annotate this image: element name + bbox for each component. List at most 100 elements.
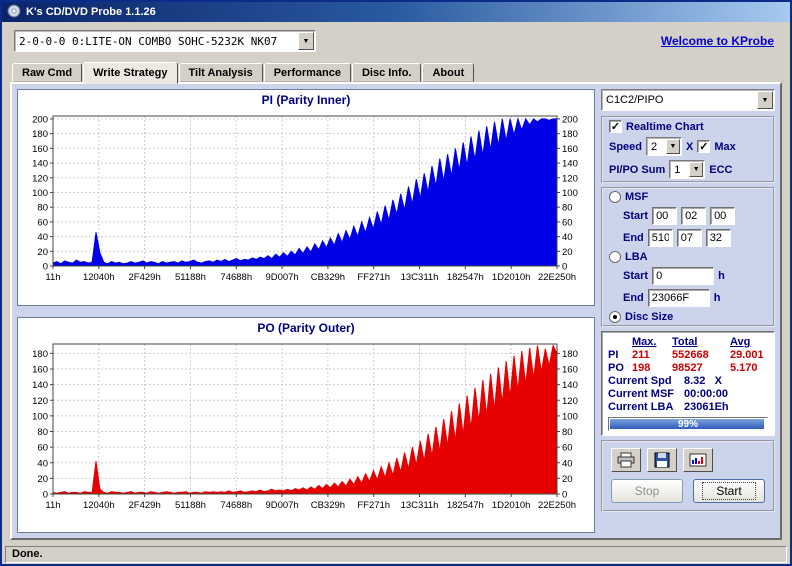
tab-tilt-analysis[interactable]: Tilt Analysis bbox=[178, 63, 263, 82]
device-selector[interactable]: 2-0-0-0 0:LITE-ON COMBO SOHC-5232K NK07 … bbox=[14, 30, 316, 52]
chevron-down-icon[interactable]: ▼ bbox=[757, 91, 773, 109]
po-chart: 0 0 20 20 40 40 60 60 80 80 100 100 120 120 140 140 160 1… bbox=[19, 339, 593, 522]
tab-raw-cmd[interactable]: Raw Cmd bbox=[12, 63, 83, 82]
speed-value: 2 bbox=[651, 140, 658, 153]
title-bar[interactable]: K's CD/DVD Probe 1.1.26 bbox=[2, 2, 790, 22]
start-button[interactable]: Start bbox=[693, 479, 765, 503]
realtime-chart-label: Realtime Chart bbox=[626, 120, 704, 133]
tab-disc-info[interactable]: Disc Info. bbox=[351, 63, 422, 82]
svg-text:20: 20 bbox=[37, 473, 48, 484]
stats-header-avg: Avg bbox=[730, 336, 751, 348]
msf-label: MSF bbox=[625, 191, 649, 203]
stats-header-max: Max. bbox=[632, 336, 657, 348]
svg-text:20: 20 bbox=[562, 247, 573, 258]
stop-button[interactable]: Stop bbox=[611, 479, 683, 503]
print-button[interactable] bbox=[611, 448, 641, 472]
svg-text:51188h: 51188h bbox=[175, 500, 206, 511]
printer-icon bbox=[617, 452, 635, 468]
tab-write-strategy[interactable]: Write Strategy bbox=[83, 62, 178, 84]
lba-end-field[interactable] bbox=[647, 289, 710, 307]
svg-text:60: 60 bbox=[562, 217, 573, 228]
disc-size-radio[interactable] bbox=[609, 311, 621, 323]
pi-max-value: 211 bbox=[632, 349, 650, 361]
window-title: K's CD/DVD Probe 1.1.26 bbox=[26, 6, 156, 18]
po-row-label: PO bbox=[608, 362, 624, 374]
svg-text:140: 140 bbox=[562, 380, 578, 391]
welcome-link[interactable]: Welcome to KProbe bbox=[661, 34, 774, 48]
svg-text:120: 120 bbox=[562, 395, 578, 406]
svg-text:11h: 11h bbox=[45, 272, 60, 283]
svg-text:0: 0 bbox=[43, 262, 48, 273]
progress-text: 99% bbox=[677, 418, 698, 430]
msf-start-min-field[interactable] bbox=[652, 207, 678, 225]
pipo-sum-label: PI/PO Sum bbox=[609, 163, 666, 176]
status-text: Done. bbox=[5, 545, 787, 563]
svg-text:12040h: 12040h bbox=[83, 500, 115, 511]
svg-text:180: 180 bbox=[562, 348, 578, 359]
action-group: Stop Start bbox=[601, 440, 775, 512]
svg-text:120: 120 bbox=[562, 173, 578, 184]
svg-text:80: 80 bbox=[562, 203, 573, 214]
svg-text:9D007h: 9D007h bbox=[265, 272, 298, 283]
svg-text:100: 100 bbox=[32, 411, 48, 422]
max-checkbox[interactable]: ✓ bbox=[697, 140, 711, 153]
msf-start-frame-field[interactable] bbox=[710, 207, 736, 225]
pipo-sum-selector[interactable]: 1 ▼ bbox=[669, 160, 706, 179]
app-window: K's CD/DVD Probe 1.1.26 2-0-0-0 0:LITE-O… bbox=[0, 0, 792, 566]
max-label: Max bbox=[714, 140, 736, 153]
svg-text:180: 180 bbox=[32, 129, 48, 140]
svg-text:182547h: 182547h bbox=[447, 272, 484, 283]
snapshot-button[interactable] bbox=[683, 448, 713, 472]
current-msf-value: 00:00:00 bbox=[684, 388, 729, 400]
msf-radio[interactable] bbox=[609, 191, 621, 203]
svg-text:40: 40 bbox=[562, 458, 573, 469]
pi-chart-panel: PI (Parity Inner) 0 0 20 20 40 40 60 60 80 80 100 1… bbox=[17, 89, 595, 306]
svg-text:200: 200 bbox=[562, 114, 578, 125]
tab-about[interactable]: About bbox=[422, 63, 475, 82]
svg-text:60: 60 bbox=[37, 217, 48, 228]
svg-text:22E250h: 22E250h bbox=[538, 500, 576, 511]
svg-text:2F429h: 2F429h bbox=[129, 500, 161, 511]
svg-text:1D2010h: 1D2010h bbox=[492, 272, 531, 283]
save-icon bbox=[654, 452, 670, 468]
save-button[interactable] bbox=[647, 448, 677, 472]
svg-text:74688h: 74688h bbox=[220, 272, 252, 283]
svg-text:0: 0 bbox=[43, 489, 48, 500]
msf-end-frame-field[interactable] bbox=[705, 229, 731, 247]
current-lba-value: 23061Eh bbox=[684, 401, 729, 413]
svg-text:60: 60 bbox=[37, 442, 48, 453]
tab-performance[interactable]: Performance bbox=[263, 63, 351, 82]
svg-text:FF271h: FF271h bbox=[357, 500, 390, 511]
svg-text:CB329h: CB329h bbox=[311, 500, 345, 511]
chevron-down-icon[interactable]: ▼ bbox=[689, 162, 704, 177]
svg-text:12040h: 12040h bbox=[83, 272, 115, 283]
pi-chart-title: PI (Parity Inner) bbox=[261, 93, 351, 107]
svg-text:180: 180 bbox=[32, 348, 48, 359]
svg-text:80: 80 bbox=[37, 203, 48, 214]
svg-text:100: 100 bbox=[32, 188, 48, 199]
svg-text:51188h: 51188h bbox=[175, 272, 206, 283]
mode-selector-value: C1C2/PIPO bbox=[606, 94, 664, 106]
svg-text:22E250h: 22E250h bbox=[538, 272, 576, 283]
msf-end-sec-field[interactable] bbox=[676, 229, 702, 247]
msf-start-sec-field[interactable] bbox=[681, 207, 707, 225]
msf-end-min-field[interactable] bbox=[647, 229, 673, 247]
tab-strip: Raw Cmd Write Strategy Tilt Analysis Per… bbox=[2, 60, 790, 84]
svg-text:120: 120 bbox=[32, 395, 48, 406]
toolbar: 2-0-0-0 0:LITE-ON COMBO SOHC-5232K NK07 … bbox=[2, 22, 790, 60]
realtime-chart-checkbox[interactable]: ✓ bbox=[609, 120, 622, 133]
lba-radio[interactable] bbox=[609, 251, 621, 263]
lba-end-label: End bbox=[623, 292, 644, 304]
msf-start-label: Start bbox=[623, 210, 649, 222]
tab-page-write-strategy: PI (Parity Inner) 0 0 20 20 40 40 60 60 80 80 100 1… bbox=[10, 82, 782, 540]
chevron-down-icon[interactable]: ▼ bbox=[666, 139, 681, 154]
lba-start-field[interactable] bbox=[652, 267, 715, 285]
speed-selector[interactable]: 2 ▼ bbox=[646, 137, 683, 156]
snapshot-icon bbox=[689, 453, 707, 467]
msf-end-label: End bbox=[623, 232, 644, 244]
svg-text:140: 140 bbox=[562, 159, 578, 170]
chevron-down-icon[interactable]: ▼ bbox=[298, 32, 314, 50]
mode-selector[interactable]: C1C2/PIPO ▼ bbox=[601, 89, 775, 111]
charts-column: PI (Parity Inner) 0 0 20 20 40 40 60 60 80 80 100 1… bbox=[17, 89, 595, 533]
svg-text:40: 40 bbox=[37, 458, 48, 469]
